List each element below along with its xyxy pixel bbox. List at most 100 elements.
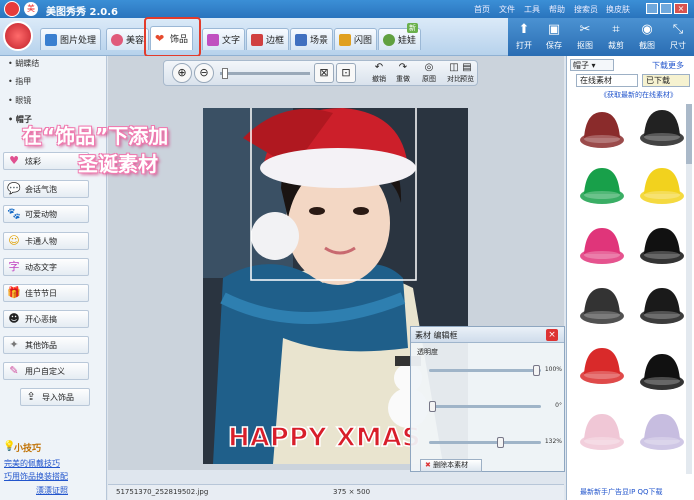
new-badge: 新: [407, 23, 419, 33]
get-latest-link[interactable]: 《获取最新的在线素材》: [600, 90, 677, 100]
category-other[interactable]: ✦ 其他饰品: [3, 336, 89, 354]
original-button[interactable]: ◎ 原图: [418, 62, 440, 84]
minimize-button[interactable]: [646, 3, 658, 14]
zoom-in-button[interactable]: ⊕: [172, 63, 192, 83]
rotation-slider[interactable]: [429, 401, 541, 412]
hat-thumbnail[interactable]: [576, 342, 628, 390]
misc-icon: ✦: [9, 338, 19, 351]
category-label: 用户自定义: [25, 366, 65, 376]
undo-button[interactable]: ↶ 撤销: [368, 62, 390, 84]
folder-icon: ⬆: [518, 22, 530, 37]
category-dropdown[interactable]: 帽子 ▾: [570, 59, 614, 71]
doll-icon: [383, 33, 395, 46]
menu-search[interactable]: 搜索员: [574, 4, 598, 15]
viewbar-label: 原图: [422, 75, 436, 83]
screenshot-button[interactable]: ◉ 截图: [632, 22, 662, 51]
tip-link-wear[interactable]: 完美的佩戴技巧: [4, 458, 60, 469]
cutout-button[interactable]: ✂ 抠图: [570, 22, 600, 51]
category-cute-animals[interactable]: 🐾 可爱动物: [3, 205, 89, 223]
category-speech-bubble[interactable]: 💬 会话气泡: [3, 180, 89, 198]
open-button[interactable]: ⬆ 打开: [509, 22, 539, 51]
menu-tools[interactable]: 工具: [524, 4, 540, 15]
tab-beauty[interactable]: 美容: [106, 28, 150, 50]
tab-label: 美容: [126, 36, 145, 46]
tab-image-process[interactable]: 图片处理: [40, 28, 102, 50]
download-more-link[interactable]: 下载更多: [652, 60, 684, 71]
menu-file[interactable]: 文件: [499, 4, 515, 15]
category-cartoon[interactable]: ☺ 卡通人物: [3, 232, 89, 250]
tab-frame[interactable]: 边框: [246, 28, 290, 50]
scrollbar[interactable]: [686, 104, 692, 474]
menu-skin[interactable]: 换皮肤: [606, 4, 630, 15]
zoom-slider-knob[interactable]: [222, 68, 228, 79]
hat-thumbnail[interactable]: [576, 282, 628, 330]
fit-button[interactable]: ⊠: [314, 63, 334, 83]
tip-link-outfit[interactable]: 巧用饰品换装搭配: [4, 471, 68, 482]
tab-scene[interactable]: 场景: [290, 28, 334, 50]
opacity-knob[interactable]: [533, 365, 540, 376]
hat-thumbnail[interactable]: [576, 106, 628, 154]
menu-help[interactable]: 帮助: [549, 4, 565, 15]
tips-title: 小技巧: [14, 444, 42, 454]
sidebar-item-glasses[interactable]: • 眼镜: [8, 95, 31, 106]
save-button[interactable]: ▣ 保存: [539, 22, 569, 51]
tip-link-photo[interactable]: 漂漂证照: [36, 485, 68, 496]
flash-icon: [339, 33, 351, 46]
hat-thumbnail[interactable]: [636, 222, 688, 270]
opacity-slider[interactable]: [429, 365, 541, 376]
rotation-value: 0°: [555, 402, 562, 409]
tab-label: 场景: [310, 36, 329, 46]
menu-home[interactable]: 首页: [474, 4, 490, 15]
category-funny[interactable]: ☻ 开心恶搞: [3, 310, 89, 328]
crop-icon: ⌗: [612, 22, 620, 37]
tab-label: 在线素材: [580, 76, 612, 85]
tab-downloaded[interactable]: 已下载: [642, 74, 690, 87]
tool-label: 打开: [516, 41, 532, 50]
category-custom[interactable]: ✎ 用户自定义: [3, 362, 89, 380]
tool-label: 抠图: [577, 41, 593, 50]
rotation-knob[interactable]: [429, 401, 436, 412]
sidebar-label: 指甲: [15, 77, 32, 86]
hat-thumbnail[interactable]: [636, 348, 688, 396]
tool-label: 保存: [546, 41, 562, 50]
crop-button[interactable]: ⌗ 裁剪: [601, 22, 631, 51]
size-button[interactable]: ⤡ 尺寸: [663, 22, 693, 51]
hat-thumbnail[interactable]: [576, 222, 628, 270]
hat-thumbnail[interactable]: [576, 408, 628, 456]
text-icon: 字: [8, 260, 20, 273]
maximize-button[interactable]: [660, 3, 672, 14]
actual-size-button[interactable]: ⊡: [336, 63, 356, 83]
footer-link[interactable]: 最新新手广告显IP QQ下载: [580, 487, 663, 497]
hat-thumbnail[interactable]: [636, 162, 688, 210]
category-label: 动态文字: [25, 262, 57, 272]
category-animated-text[interactable]: 字动态文字: [3, 258, 89, 276]
close-panel-button[interactable]: ×: [546, 329, 558, 341]
tab-flash[interactable]: 闪图: [334, 28, 378, 50]
close-button[interactable]: ×: [674, 3, 688, 14]
caption-line2: 圣诞素材: [78, 152, 158, 176]
hat-thumbnail[interactable]: [576, 162, 628, 210]
redo-button[interactable]: ↷ 重做: [392, 62, 414, 84]
tab-label: 娃娃: [398, 36, 417, 46]
preview-button[interactable]: ▤ 预览: [456, 62, 478, 84]
highlight-annotation: [144, 17, 201, 57]
opacity-label: 透明度: [417, 348, 438, 356]
status-filename: 51751370_252819502.jpg: [116, 488, 209, 496]
delete-material-button[interactable]: ✖ 删除本素材: [420, 459, 482, 472]
scale-slider[interactable]: [429, 437, 541, 448]
sidebar-item-nails[interactable]: • 指甲: [8, 76, 31, 87]
scrollbar-thumb[interactable]: [686, 104, 692, 164]
sidebar-item-bow[interactable]: • 蝴蝶结: [8, 58, 39, 69]
hat-thumbnail[interactable]: [636, 408, 688, 456]
tab-online[interactable]: 在线素材: [576, 74, 638, 87]
hat-thumbnail[interactable]: [636, 104, 688, 152]
category-label: 佳节节日: [25, 288, 57, 298]
scale-knob[interactable]: [497, 437, 504, 448]
zoom-out-button[interactable]: ⊖: [194, 63, 214, 83]
import-button[interactable]: ⇪ 导入饰品: [20, 388, 90, 406]
zoom-slider[interactable]: [220, 68, 310, 79]
tab-text[interactable]: 文字: [202, 28, 246, 50]
tab-doll[interactable]: 娃娃 新: [378, 23, 422, 50]
category-holidays[interactable]: 🎁 佳节节日: [3, 284, 89, 302]
hat-thumbnail[interactable]: [636, 282, 688, 330]
